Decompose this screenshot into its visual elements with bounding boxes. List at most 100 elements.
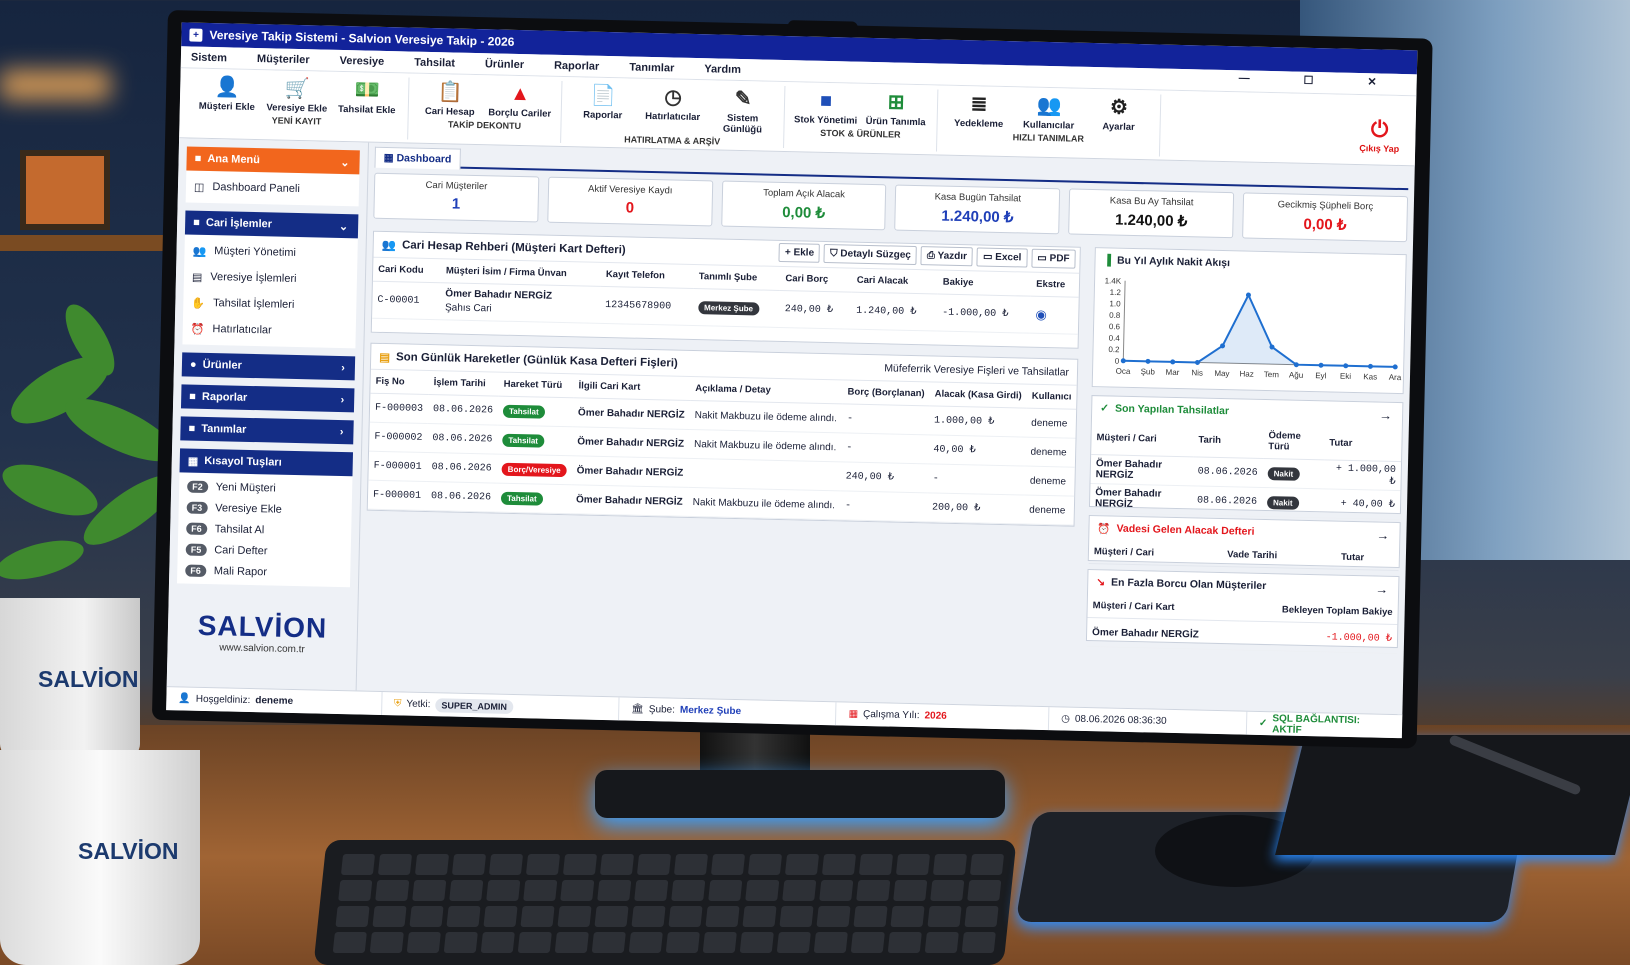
tahsilat-method-cell: Nakit [1262, 458, 1324, 489]
sidebar-item-veresiye[interactable]: ▤ Veresiye İşlemleri [192, 264, 350, 294]
menu-veresiye[interactable]: Veresiye [339, 54, 384, 67]
sidebar-cari-islemler[interactable]: ■ Cari İşlemler ⌄ [184, 210, 359, 239]
arrow-right-icon[interactable]: → [1379, 407, 1392, 422]
card-label: Kasa Bugün Tahsilat [934, 191, 1022, 205]
sidebar-item-label: Tanımlar [201, 422, 247, 436]
menu-yardim[interactable]: Yardım [704, 63, 741, 76]
cari-phone: 12345678900 [599, 286, 694, 326]
müşteri-ekle-button[interactable]: 👤 Müşteri Ekle [194, 73, 261, 113]
borçlu-cariler-button[interactable]: ▲ Borçlu Cariler [487, 79, 554, 120]
arrow-right-icon[interactable]: → [1376, 527, 1389, 542]
pot-brand: SALVİON [38, 666, 139, 692]
menu-raporlar[interactable]: Raporlar [554, 59, 600, 72]
receipt-icon: ▤ [379, 351, 391, 364]
ribbon-button-label: Yedekleme [953, 117, 1004, 130]
sistem-günlüğü-button[interactable]: ✎ Sistem Günlüğü [709, 84, 776, 136]
fis-date-cell: 08.06.2026 [427, 394, 499, 426]
shortcut-item[interactable]: F6 Mali Rapor [185, 560, 342, 585]
keyboard-key [520, 906, 555, 927]
hatırlatıcılar-button[interactable]: ◷ Hatırlatıcılar [639, 83, 706, 134]
menu-tanimlar[interactable]: Tanımlar [629, 61, 674, 74]
fis-cari: Ömer Bahadır NERGİZ [576, 464, 684, 479]
x-tick-label: Kas [1363, 372, 1377, 381]
add-product-icon: ⊞ [887, 91, 905, 114]
datetime-value: 08.06.2026 08:36:30 [1074, 713, 1167, 727]
exit-button[interactable]: ⏻ Çıkış Yap [1359, 115, 1400, 154]
cash-flow-chart: 1.4K 1.2 1.0 0.8 0.6 0.4 0.2 0Oca Şub Mar Nis May Ha… [1105, 276, 1402, 382]
fis-desc-cell: Nakit Makbuzu ile ödeme alındı. [689, 400, 843, 433]
sidebar-item-tahsilat[interactable]: ✋ Tahsilat İşlemleri [191, 290, 349, 320]
auth-label: Yetki: [406, 698, 431, 711]
borclu-name: Ömer Bahadır NERGİZ [1086, 617, 1240, 650]
ayarlar-button[interactable]: ⚙ Ayarlar [1085, 93, 1152, 133]
excel-button[interactable]: ▭ Excel [976, 247, 1028, 268]
monitor-base [595, 770, 1005, 818]
sidebar-main-menu[interactable]: ■ Ana Menü ⌄ [186, 146, 360, 175]
check-circle-icon: ✓ [1258, 717, 1268, 730]
ürün-tanımla-button[interactable]: ⊞ Ürün Tanımla [863, 88, 930, 128]
cari-hesap-button[interactable]: 📋 Cari Hesap [417, 78, 484, 118]
keyboard-key [927, 906, 962, 927]
close-button[interactable]: ✕ [1367, 75, 1377, 88]
x-tick-label: May [1214, 369, 1229, 378]
menu-tahsilat[interactable]: Tahsilat [414, 56, 455, 69]
keyboard-key [369, 932, 404, 953]
user-icon: 👤 [178, 693, 191, 705]
eye-icon[interactable]: ◉ [1035, 307, 1047, 322]
fis-alacak: 1.000,00 ₺ [933, 415, 995, 428]
filter-button[interactable]: ⛉ Detaylı Süzgeç [823, 243, 918, 266]
fis-desc-cell: Nakit Makbuzu ile ödeme alındı. [687, 487, 841, 520]
pdf-button[interactable]: ▭ PDF [1031, 248, 1076, 269]
fis-alacak-cell: 200,00 ₺ [926, 492, 1025, 525]
keyboard-key [782, 880, 817, 901]
tab-dashboard[interactable]: ▦ Dashboard [374, 146, 461, 170]
table-row[interactable]: Ömer Bahadır NERGİZ -1.000,00 ₺ [1086, 617, 1398, 654]
alarm-icon: ⏰ [190, 323, 205, 336]
sidebar-item-hatirlaticilar[interactable]: ⏰ Hatırlatıcılar [190, 316, 348, 346]
data-point [1170, 359, 1176, 365]
card-label: Kasa Bu Ay Tahsilat [1109, 195, 1194, 209]
menu-musteriler[interactable]: Müşteriler [257, 53, 310, 66]
card-label: Gecikmiş Şüpheli Borç [1277, 199, 1374, 213]
fis-type-cell: Borç/Veresiye [496, 454, 573, 485]
ribbon-button-label: Veresiye Ekle [266, 102, 328, 115]
dashboard-label: Dashboard Paneli [212, 181, 300, 196]
fis-borc-cell: 240,00 ₺ [840, 461, 929, 493]
database-icon: ≣ [970, 93, 988, 116]
column-header: Tutar [1335, 545, 1400, 571]
veresiye-ekle-button[interactable]: 🛒 Veresiye Ekle [264, 74, 331, 115]
sidebar-kisayol: ▦ Kısayol Tuşları [179, 448, 354, 477]
sidebar-urunler[interactable]: ● Ürünler › [181, 352, 356, 381]
sidebar-item-musteri-yonetimi[interactable]: 👥 Müşteri Yönetimi [192, 238, 350, 268]
tahsilat-name: Ömer Bahadır NERGİZ [1090, 454, 1194, 486]
arrow-right-icon[interactable]: → [1375, 581, 1388, 596]
chevron-right-icon: › [339, 426, 344, 439]
menu-urunler[interactable]: Ürünler [485, 58, 524, 71]
tahsilat-ekle-button[interactable]: 💵 Tahsilat Ekle [334, 76, 401, 116]
yedekleme-button[interactable]: ≣ Yedekleme [946, 90, 1013, 130]
fis-user-cell: deneme [1024, 466, 1075, 497]
maximize-button[interactable]: ☐ [1303, 74, 1313, 87]
column-header: Tutar [1323, 425, 1402, 462]
add-button[interactable]: + Ekle [778, 242, 821, 263]
print-button[interactable]: ⎙ Yazdır [920, 246, 974, 267]
x-tick-label: Haz [1239, 369, 1253, 378]
sidebar-item-dashboard[interactable]: ◫ Dashboard Paneli [194, 174, 352, 204]
fis-user-cell: deneme [1023, 495, 1075, 526]
summary-card: Kasa Bugün Tahsilat 1.240,00 ₺ [894, 184, 1061, 235]
column-header: Tanımlı Şube [693, 265, 781, 291]
role-badge: SUPER_ADMIN [435, 697, 514, 714]
alarm-icon: ⏰ [1097, 522, 1111, 536]
raporlar-button[interactable]: 📄 Raporlar [569, 81, 636, 132]
monitor: + Veresiye Takip Sistemi - Salvion Veres… [151, 10, 1433, 749]
keyboard-key [634, 880, 669, 901]
kullanıcılar-button[interactable]: 👥 Kullanıcılar [1015, 91, 1082, 132]
sidebar-tanimlar[interactable]: ■ Tanımlar › [180, 416, 354, 445]
window-title: Veresiye Takip Sistemi - Salvion Veresiy… [209, 27, 515, 49]
column-header: İlgili Cari Kart [573, 374, 691, 401]
menu-sistem[interactable]: Sistem [191, 51, 227, 64]
minimize-button[interactable]: — [1238, 72, 1249, 85]
sidebar-raporlar[interactable]: ■ Raporlar › [180, 384, 355, 413]
column-header: Hareket Türü [498, 372, 574, 398]
stok-yönetimi-button[interactable]: ■ Stok Yönetimi [793, 86, 860, 127]
